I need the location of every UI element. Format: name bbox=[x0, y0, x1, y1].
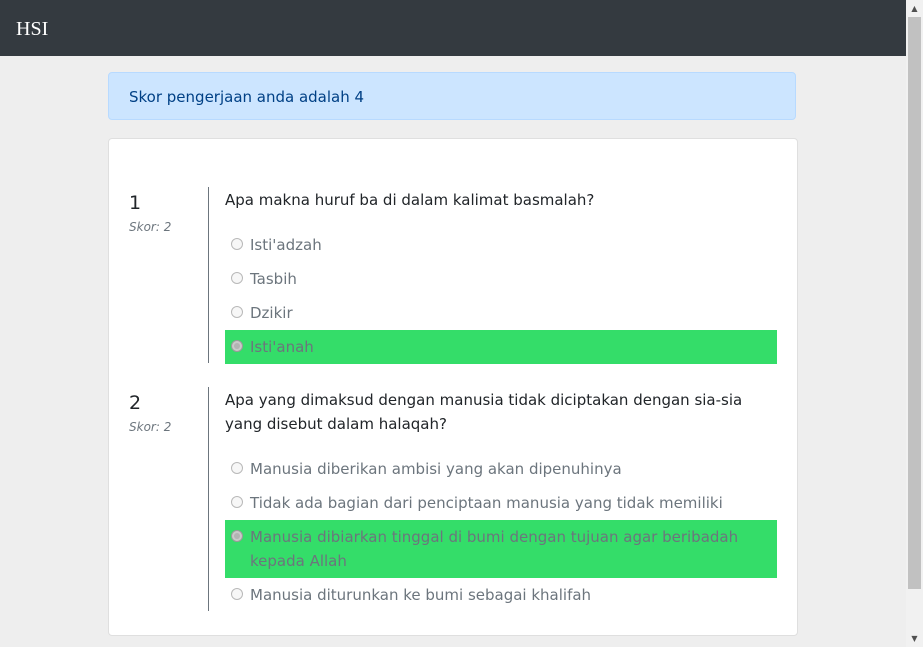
answer-option-label: Isti'adzah bbox=[250, 236, 322, 254]
question-text: Apa yang dimaksud dengan manusia tidak d… bbox=[225, 391, 743, 433]
answer-option[interactable]: Dzikir bbox=[225, 296, 777, 330]
question-score: Skor: 2 bbox=[129, 420, 172, 434]
answer-option-label: Dzikir bbox=[250, 304, 293, 322]
brand-logo-text[interactable]: HSI bbox=[16, 17, 48, 41]
answer-option-label: Tasbih bbox=[250, 270, 297, 288]
quiz-result-card: 1 Skor: 2 Apa makna huruf ba di dalam ka… bbox=[108, 138, 798, 636]
answer-option[interactable]: Manusia diberikan ambisi yang akan dipen… bbox=[225, 452, 777, 486]
vertical-scrollbar[interactable]: ▲ ▼ bbox=[906, 0, 923, 647]
radio-icon[interactable] bbox=[231, 340, 243, 352]
radio-icon[interactable] bbox=[231, 462, 243, 474]
scroll-down-arrow-icon[interactable]: ▼ bbox=[906, 630, 923, 647]
answer-option-label: Manusia diberikan ambisi yang akan dipen… bbox=[250, 460, 622, 478]
answer-option-label: Manusia dibiarkan tinggal di bumi dengan… bbox=[250, 528, 739, 570]
radio-icon[interactable] bbox=[231, 272, 243, 284]
score-alert: Skor pengerjaan anda adalah 4 bbox=[108, 72, 796, 120]
answer-option[interactable]: Isti'adzah bbox=[225, 228, 777, 262]
question-1: 1 Skor: 2 Apa makna huruf ba di dalam ka… bbox=[109, 187, 797, 364]
radio-icon[interactable] bbox=[231, 306, 243, 318]
radio-icon[interactable] bbox=[231, 588, 243, 600]
score-alert-text: Skor pengerjaan anda adalah 4 bbox=[129, 88, 365, 106]
answer-option[interactable]: Manusia diturunkan ke bumi sebagai khali… bbox=[225, 578, 777, 612]
answer-option[interactable]: Tasbih bbox=[225, 262, 777, 296]
answer-option-selected[interactable]: Isti'anah bbox=[225, 330, 777, 364]
question-divider bbox=[208, 187, 209, 363]
question-score: Skor: 2 bbox=[129, 220, 172, 234]
question-divider bbox=[208, 387, 209, 611]
answer-option-label: Manusia diturunkan ke bumi sebagai khali… bbox=[250, 586, 592, 604]
question-number: 2 bbox=[129, 392, 142, 414]
navbar: HSI bbox=[0, 0, 906, 56]
radio-icon[interactable] bbox=[231, 238, 243, 250]
scrollbar-thumb[interactable] bbox=[908, 17, 921, 589]
answer-option-selected[interactable]: Manusia dibiarkan tinggal di bumi dengan… bbox=[225, 520, 777, 578]
question-text: Apa makna huruf ba di dalam kalimat basm… bbox=[225, 191, 595, 209]
radio-icon[interactable] bbox=[231, 530, 243, 542]
answer-option-label: Isti'anah bbox=[250, 338, 314, 356]
scroll-up-arrow-icon[interactable]: ▲ bbox=[906, 0, 923, 17]
question-2: 2 Skor: 2 Apa yang dimaksud dengan manus… bbox=[109, 387, 797, 611]
question-number: 1 bbox=[129, 192, 142, 214]
radio-icon[interactable] bbox=[231, 496, 243, 508]
